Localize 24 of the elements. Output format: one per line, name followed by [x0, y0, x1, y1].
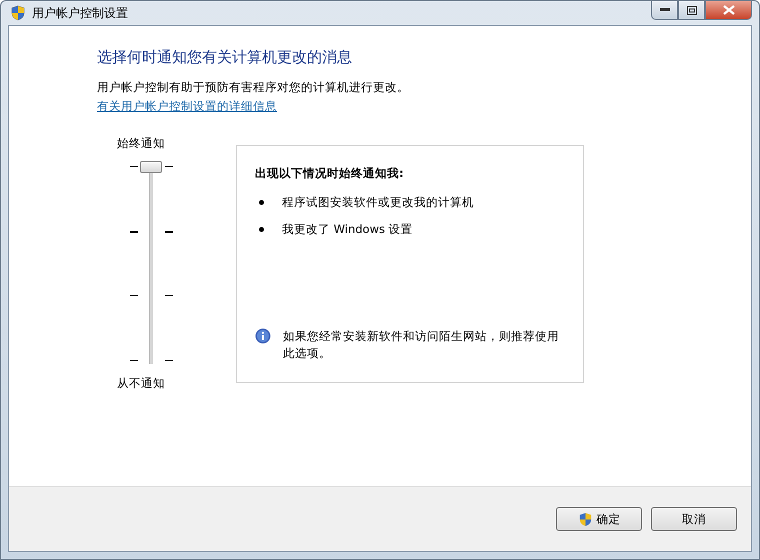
- slider-thumb[interactable]: [140, 161, 162, 173]
- close-icon: [722, 5, 734, 15]
- slider-bottom-label: 从不通知: [117, 376, 166, 391]
- slider-top-label: 始终通知: [117, 136, 166, 151]
- bullet-text: 程序试图安装软件或更改我的计算机: [282, 195, 474, 210]
- maximize-icon: [686, 6, 696, 14]
- page-heading: 选择何时通知您有关计算机更改的消息: [97, 48, 353, 67]
- info-icon: [255, 328, 271, 344]
- note-text: 如果您经常安装新软件和访问陌生网站，则推荐使用此选项。: [282, 328, 560, 362]
- minimize-icon: [660, 8, 670, 12]
- window-title: 用户帐户控制设置: [32, 4, 128, 22]
- close-button[interactable]: [705, 1, 752, 20]
- shield-icon: [578, 512, 592, 526]
- bullet-text: 我更改了 Windows 设置: [282, 222, 413, 237]
- maximize-button[interactable]: [678, 1, 705, 20]
- minimize-button[interactable]: [651, 1, 678, 20]
- details-link[interactable]: 有关用户帐户控制设置的详细信息: [97, 99, 277, 114]
- description-text: 用户帐户控制有助于预防有害程序对您的计算机进行更改。: [97, 80, 410, 95]
- dialog-button[interactable]: 取消: [651, 507, 737, 531]
- dialog-button[interactable]: 确定: [556, 507, 642, 531]
- bullet-icon: [259, 227, 264, 232]
- shield-icon: [10, 5, 26, 21]
- panel-title: 出现以下情况时始终通知我:: [255, 166, 405, 181]
- bullet-icon: [259, 200, 264, 205]
